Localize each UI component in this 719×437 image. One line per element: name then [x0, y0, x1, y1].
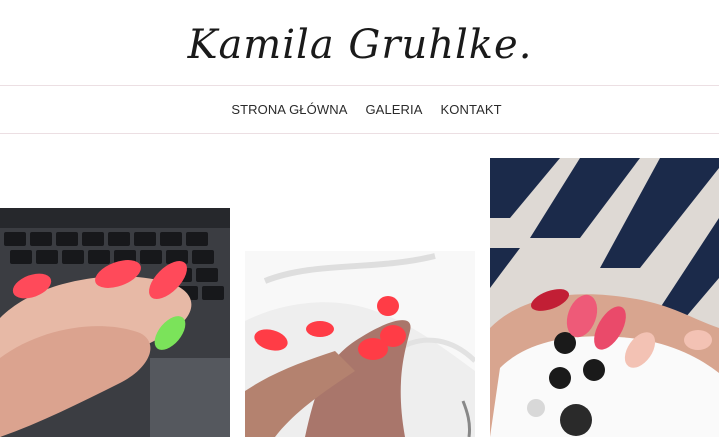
brand-logo[interactable]: Kamila Gruhlke.	[0, 0, 719, 85]
nav-item-home[interactable]: STRONA GŁÓWNA	[231, 102, 347, 117]
nails-on-fabric-image	[245, 251, 475, 437]
main-nav: STRONA GŁÓWNA GALERIA KONTAKT	[0, 86, 719, 132]
brand-name: Kamila Gruhlke.	[187, 22, 533, 68]
nav-item-gallery[interactable]: GALERIA	[365, 102, 422, 117]
nails-on-controller-image	[490, 158, 719, 437]
site-header: Kamila Gruhlke.	[0, 0, 719, 85]
gallery-photo-1[interactable]	[0, 208, 230, 437]
nails-on-keyboard-image	[0, 208, 230, 437]
gallery-photo-2[interactable]	[245, 251, 475, 437]
nav-divider	[0, 133, 719, 134]
gallery-photo-3[interactable]	[490, 158, 719, 437]
nav-item-contact[interactable]: KONTAKT	[441, 102, 502, 117]
